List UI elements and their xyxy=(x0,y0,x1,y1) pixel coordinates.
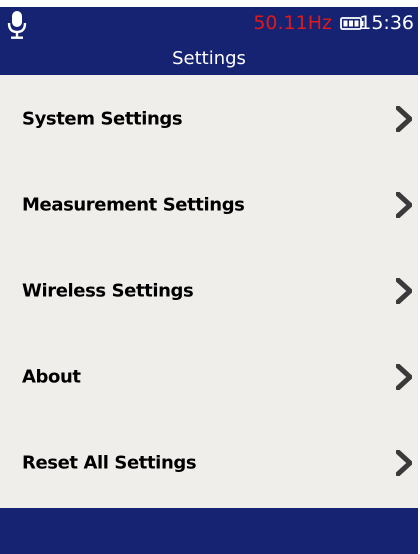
microphone-icon[interactable] xyxy=(6,10,28,40)
settings-menu: System Settings Measurement Settings Wir… xyxy=(0,75,418,508)
menu-item-system-settings[interactable]: System Settings xyxy=(0,89,418,149)
menu-item-measurement-settings[interactable]: Measurement Settings xyxy=(0,175,418,235)
device-screen: 50.11Hz 15:36 Settings System Settings M… xyxy=(0,0,420,554)
page-title: Settings xyxy=(172,48,246,69)
menu-item-reset-all-settings[interactable]: Reset All Settings xyxy=(0,433,418,493)
header-bar: 50.11Hz 15:36 Settings xyxy=(0,7,418,75)
frequency-readout: 50.11Hz xyxy=(253,12,332,34)
menu-item-label: Measurement Settings xyxy=(22,194,245,216)
chevron-right-icon xyxy=(396,106,412,132)
menu-item-label: Wireless Settings xyxy=(22,280,194,302)
menu-item-label: System Settings xyxy=(22,108,183,130)
menu-item-label: About xyxy=(22,366,81,388)
menu-item-label: Reset All Settings xyxy=(22,452,197,474)
footer-bar xyxy=(0,508,418,554)
chevron-right-icon xyxy=(396,364,412,390)
chevron-right-icon xyxy=(396,278,412,304)
menu-item-about[interactable]: About xyxy=(0,347,418,407)
menu-item-wireless-settings[interactable]: Wireless Settings xyxy=(0,261,418,321)
chevron-right-icon xyxy=(396,192,412,218)
chevron-right-icon xyxy=(396,450,412,476)
clock: 15:36 xyxy=(359,12,414,34)
